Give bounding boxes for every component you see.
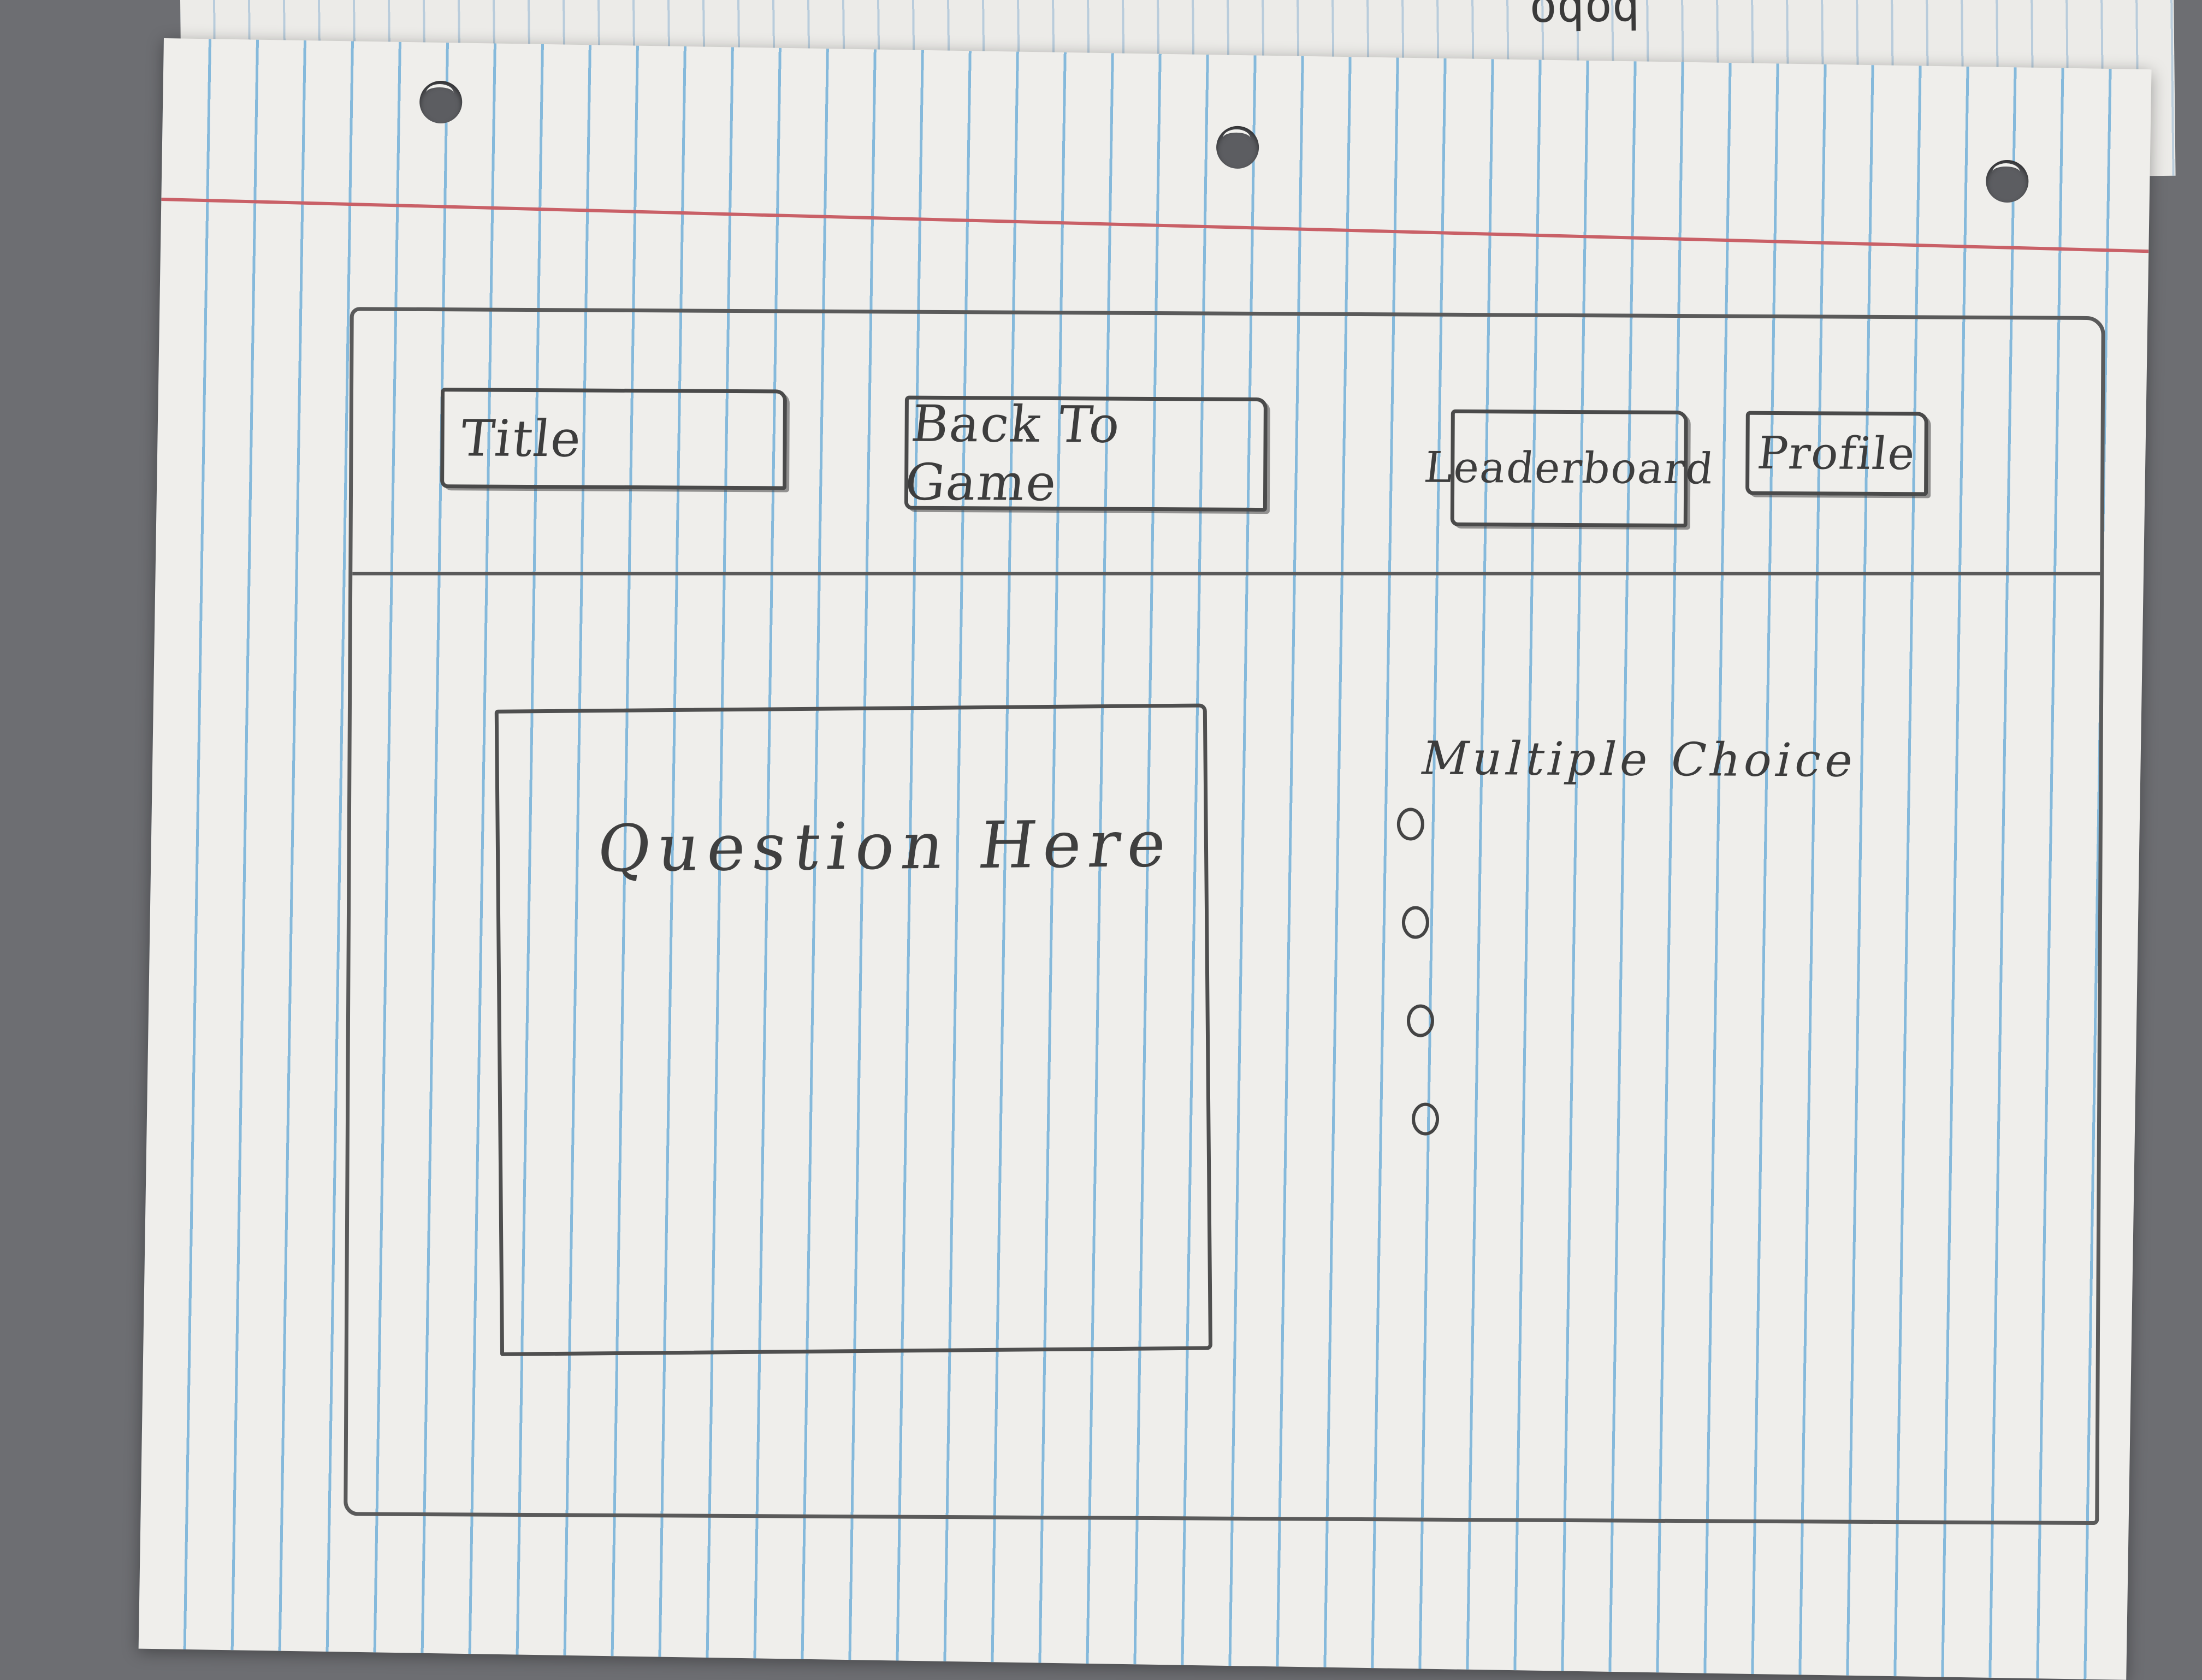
app-title: Title [457,408,585,468]
wireframe-window: Title Back To Game Leaderboard Profile Q… [344,307,2105,1525]
choice-radio-4[interactable] [1411,1102,1440,1136]
choice-radio-1[interactable] [1396,808,1425,841]
header-divider [352,572,2100,575]
notebook-paper: Title Back To Game Leaderboard Profile Q… [138,38,2152,1680]
back-to-game-label: Back To Game [902,394,1124,512]
photo-stage: odod Title Back To Game Leaderboard Prof… [0,0,2202,1680]
leaderboard-button[interactable]: Leaderboard [1422,409,1716,528]
background-sheet-scribble: odod [1529,0,1641,40]
app-title-box: Title [440,388,788,490]
profile-label: Profile [1755,427,1919,480]
question-placeholder: Question Here [593,805,1179,887]
back-to-game-button[interactable]: Back To Game [902,394,1268,512]
profile-button[interactable]: Profile [1745,411,1928,496]
choice-radio-2[interactable] [1401,906,1430,939]
multiple-choice-label: Multiple Choice [1416,731,1863,787]
leaderboard-label: Leaderboard [1422,443,1717,494]
question-panel: Question Here [494,703,1213,1356]
choice-radio-3[interactable] [1406,1004,1435,1037]
